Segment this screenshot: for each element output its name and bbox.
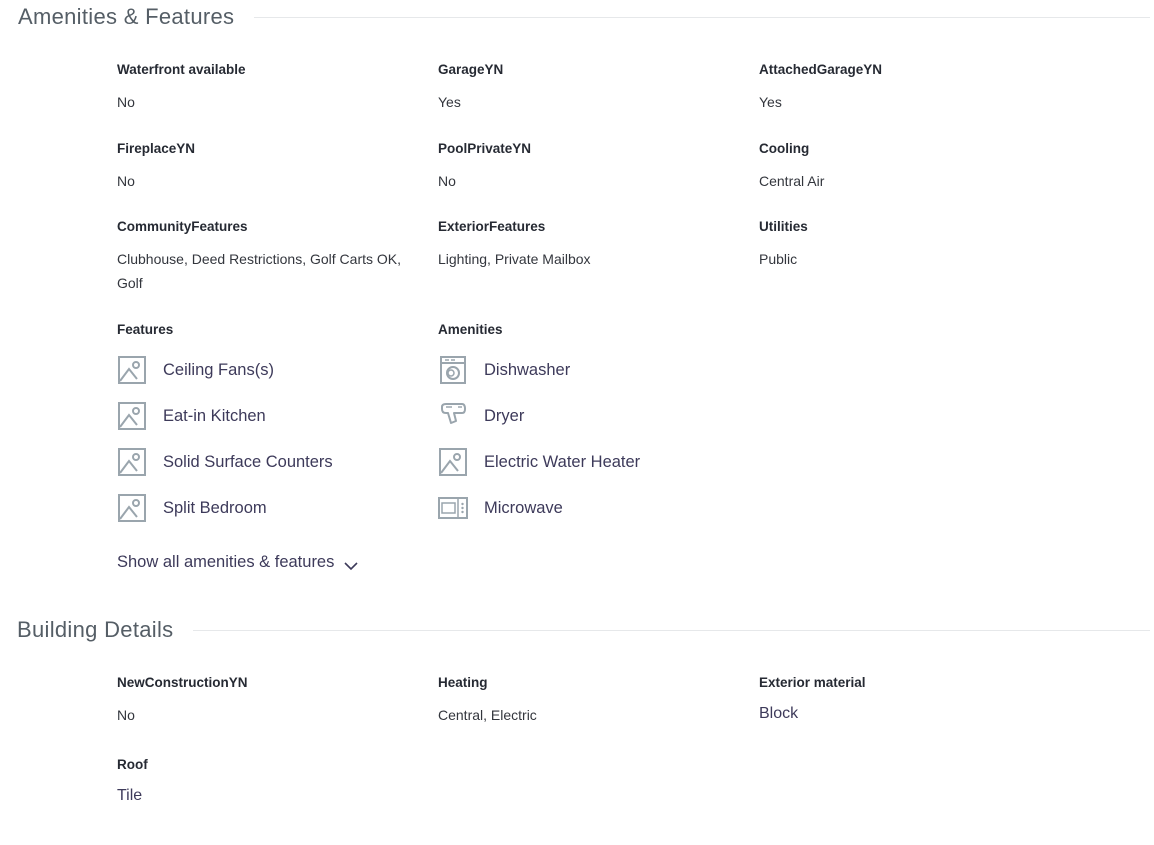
feature-item: Solid Surface Counters (117, 447, 333, 477)
field-label: Cooling (759, 141, 810, 156)
field-label: Roof (117, 757, 148, 772)
feature-item: Split Bedroom (117, 493, 267, 523)
microwave-icon (438, 493, 468, 523)
field-label: Waterfront available (117, 62, 246, 77)
feature-text: Split Bedroom (163, 498, 267, 517)
amenity-item: Microwave (438, 493, 563, 523)
section-title: Amenities & Features (18, 4, 235, 29)
field-garage: GarageYN Yes (438, 61, 728, 114)
field-label: PoolPrivateYN (438, 141, 532, 156)
field-value: Tile (117, 787, 143, 804)
feature-text: Ceiling Fans(s) (163, 360, 274, 379)
feature-text: Eat-in Kitchen (163, 406, 266, 425)
field-fireplace: FireplaceYN No (117, 140, 407, 193)
amenity-item: Electric Water Heater (438, 447, 640, 477)
show-all-label: Show all amenities & features (117, 553, 335, 571)
field-label: AttachedGarageYN (759, 62, 883, 77)
image-placeholder-icon (438, 447, 468, 477)
image-placeholder-icon (117, 355, 147, 385)
section-divider (254, 16, 1150, 18)
amenities-section-header: Amenities & Features (18, 4, 1150, 30)
field-value: Lighting, Private Mailbox (438, 251, 591, 267)
field-value: Block (759, 705, 799, 722)
amenity-item: Dryer (438, 401, 524, 431)
image-placeholder-icon (117, 447, 147, 477)
field-label: Heating (438, 675, 488, 690)
features-label: Features (117, 322, 174, 337)
field-utilities: Utilities Public (759, 218, 1049, 271)
amenity-text: Dishwasher (484, 360, 571, 379)
section-title: Building Details (17, 617, 174, 642)
field-exterior-material: Exterior material Block (759, 674, 1049, 726)
amenities-label: Amenities (438, 322, 503, 337)
field-value: Yes (438, 94, 461, 110)
field-value: No (117, 94, 135, 110)
feature-item: Ceiling Fans(s) (117, 355, 274, 385)
field-attached-garage: AttachedGarageYN Yes (759, 61, 1049, 114)
field-heating: Heating Central, Electric (438, 674, 728, 727)
field-value: Central, Electric (438, 707, 537, 723)
field-value: Central Air (759, 173, 825, 189)
chevron-down-icon (344, 558, 358, 570)
feature-text: Solid Surface Counters (163, 452, 333, 471)
dishwasher-icon (438, 355, 468, 385)
show-all-amenities-button[interactable]: Show all amenities & features (117, 553, 358, 572)
field-label: Utilities (759, 219, 808, 234)
field-cooling: Cooling Central Air (759, 140, 1049, 193)
field-value: Public (759, 251, 798, 267)
amenity-item: Dishwasher (438, 355, 570, 385)
field-label: GarageYN (438, 62, 504, 77)
field-value: Clubhouse, Deed Restrictions, Golf Carts… (117, 251, 402, 291)
field-community-features: CommunityFeatures Clubhouse, Deed Restri… (117, 218, 407, 295)
field-value: No (438, 173, 456, 189)
hair-dryer-icon (438, 401, 468, 431)
field-new-construction: NewConstructionYN No (117, 674, 407, 727)
amenity-text: Dryer (484, 406, 525, 425)
field-value: Yes (759, 94, 782, 110)
field-label: FireplaceYN (117, 141, 196, 156)
field-exterior-features: ExteriorFeatures Lighting, Private Mailb… (438, 218, 728, 271)
field-label: Exterior material (759, 675, 866, 690)
field-roof: Roof Tile (117, 756, 407, 808)
field-value: No (117, 173, 135, 189)
image-placeholder-icon (117, 493, 147, 523)
field-label: CommunityFeatures (117, 219, 248, 234)
section-divider (193, 629, 1150, 631)
field-waterfront: Waterfront available No (117, 61, 407, 114)
field-value: No (117, 707, 135, 723)
field-label: NewConstructionYN (117, 675, 248, 690)
field-pool-private: PoolPrivateYN No (438, 140, 728, 193)
image-placeholder-icon (117, 401, 147, 431)
building-section-header: Building Details (17, 617, 1150, 643)
feature-item: Eat-in Kitchen (117, 401, 266, 431)
field-label: ExteriorFeatures (438, 219, 546, 234)
amenity-text: Microwave (484, 498, 563, 517)
amenity-text: Electric Water Heater (484, 452, 641, 471)
